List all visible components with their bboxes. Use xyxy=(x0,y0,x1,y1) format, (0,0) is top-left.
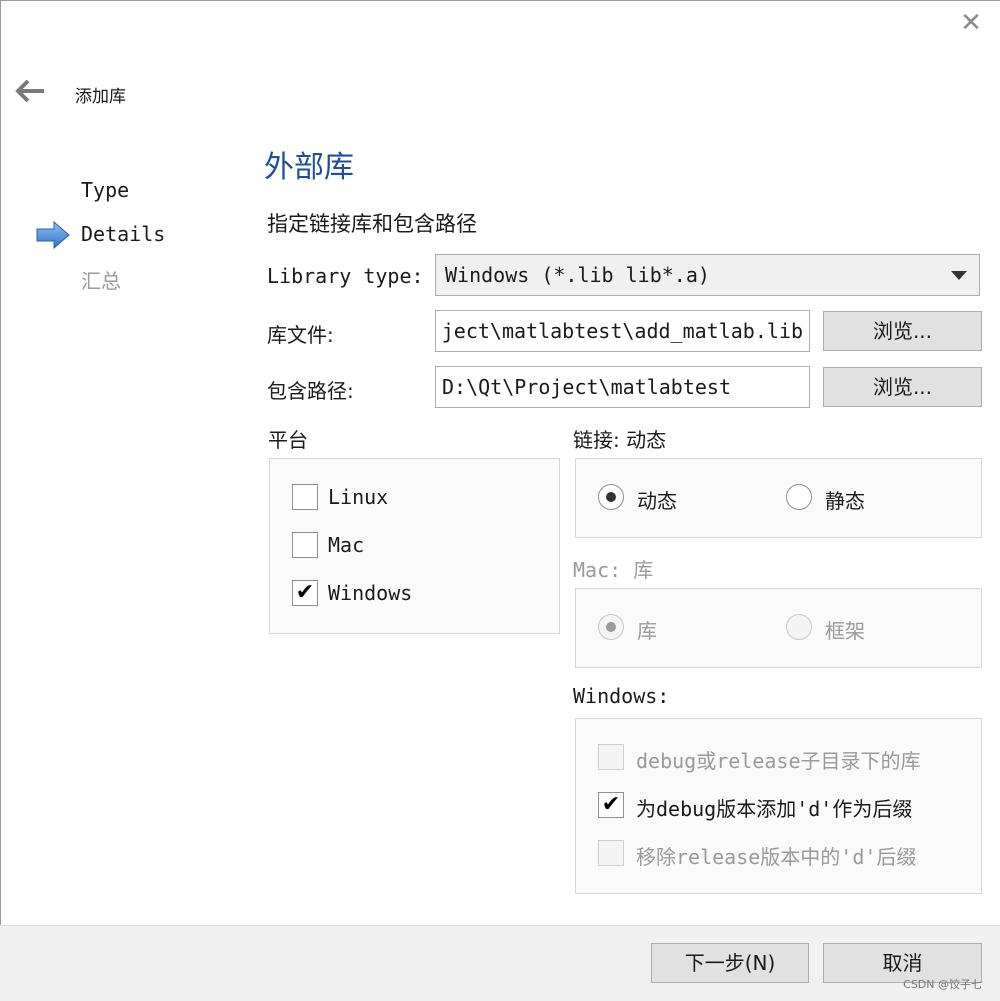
linkage-dynamic-radio[interactable] xyxy=(598,484,624,510)
wizard-step-type: Type xyxy=(81,178,130,202)
library-type-value: Windows (*.lib lib*.a) xyxy=(445,263,710,287)
mac-framework-label: 框架 xyxy=(825,619,865,643)
platform-windows-label: Windows xyxy=(328,581,413,605)
window-left-border xyxy=(0,0,1,1000)
platform-mac-label: Mac xyxy=(328,533,365,557)
library-type-label: Library type: xyxy=(267,264,424,288)
library-type-combobox[interactable]: Windows (*.lib lib*.a) xyxy=(435,254,980,296)
include-path-browse-button[interactable]: 浏览... xyxy=(823,367,982,407)
windows-add-d-suffix-checkbox[interactable]: ✔ xyxy=(598,792,624,818)
library-file-input[interactable] xyxy=(436,311,809,351)
wizard-step-summary: 汇总 xyxy=(81,269,121,293)
mac-label: Mac: 库 xyxy=(573,558,654,582)
linkage-dynamic-label: 动态 xyxy=(637,489,677,513)
include-path-input[interactable] xyxy=(436,367,809,407)
windows-remove-d-suffix-checkbox[interactable] xyxy=(598,840,624,866)
mac-framework-radio[interactable] xyxy=(786,614,812,640)
library-file-field[interactable] xyxy=(435,310,810,352)
platform-mac-checkbox[interactable] xyxy=(292,532,318,558)
library-file-browse-button[interactable]: 浏览... xyxy=(823,311,982,351)
radio-selected-dot xyxy=(606,492,616,502)
window-top-border xyxy=(0,0,1000,1)
current-step-arrow-icon xyxy=(36,221,70,249)
page-subtitle: 指定链接库和包含路径 xyxy=(267,212,477,236)
include-path-label: 包含路径: xyxy=(267,379,354,403)
windows-subdir-label: debug或release子目录下的库 xyxy=(636,749,921,773)
platform-windows-checkbox[interactable]: ✔ xyxy=(292,580,318,606)
wizard-title: 添加库 xyxy=(75,87,126,107)
platform-linux-label: Linux xyxy=(328,485,389,509)
platform-linux-checkbox[interactable] xyxy=(292,484,318,510)
mac-library-radio[interactable] xyxy=(598,614,624,640)
linkage-static-label: 静态 xyxy=(825,489,865,513)
page-title: 外部库 xyxy=(264,150,354,185)
library-file-label: 库文件: xyxy=(267,323,334,347)
watermark: CSDN @饺子七 xyxy=(903,978,982,991)
wizard-step-details: Details xyxy=(81,222,166,246)
windows-remove-d-suffix-label: 移除release版本中的'd'后缀 xyxy=(636,845,917,869)
close-icon[interactable]: ✕ xyxy=(958,10,984,36)
windows-subdir-checkbox[interactable] xyxy=(598,744,624,770)
dropdown-arrow-icon xyxy=(951,271,967,280)
windows-add-d-suffix-label: 为debug版本添加'd'作为后缀 xyxy=(636,797,913,821)
linkage-label: 链接: 动态 xyxy=(573,428,667,452)
radio-selected-dot xyxy=(606,622,616,632)
next-button[interactable]: 下一步(N) xyxy=(651,943,809,983)
windows-label: Windows: xyxy=(573,684,670,708)
include-path-field[interactable] xyxy=(435,366,810,408)
back-arrow-icon[interactable] xyxy=(14,78,48,104)
mac-library-label: 库 xyxy=(637,619,657,643)
platform-label: 平台 xyxy=(268,428,308,452)
linkage-static-radio[interactable] xyxy=(786,484,812,510)
